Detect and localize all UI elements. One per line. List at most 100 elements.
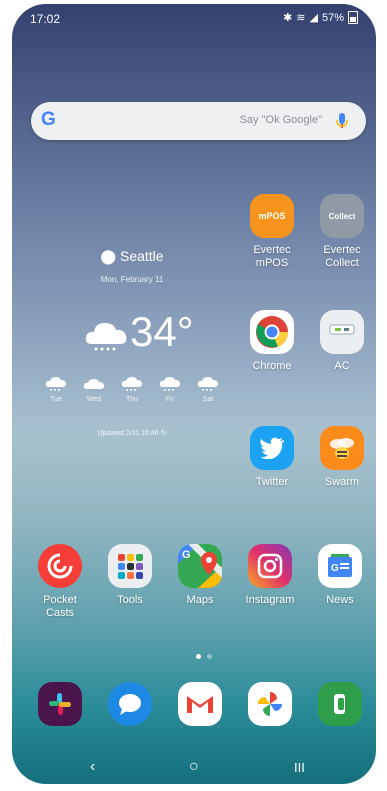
weather-date: Mon, February 11 xyxy=(100,275,164,284)
app-ac[interactable]: AC xyxy=(307,310,376,373)
app-evertec-mpos[interactable]: mPOS Evertec mPOS xyxy=(237,194,307,270)
home-button[interactable]: ○ xyxy=(189,758,199,776)
status-time: 17:02 xyxy=(30,12,61,26)
app-label: Maps xyxy=(186,594,214,606)
maps-icon: G xyxy=(178,544,222,588)
recents-button[interactable]: III xyxy=(294,760,305,775)
app-label: Instagram xyxy=(245,594,295,606)
app-pocket-casts[interactable]: Pocket Casts xyxy=(25,544,95,620)
pocket-casts-icon xyxy=(38,544,82,588)
snow-cloud-icon xyxy=(159,377,180,391)
app-label-line: Casts xyxy=(45,607,75,619)
forecast-day: Sat xyxy=(196,376,220,403)
app-label: Pocket Casts xyxy=(25,594,95,620)
forecast-day-label: Wed xyxy=(86,396,102,403)
app-label: Chrome xyxy=(252,360,292,372)
snow-cloud-icon xyxy=(121,377,142,391)
app-label: News xyxy=(326,594,354,606)
dock-phone[interactable] xyxy=(305,682,375,726)
dock-gmail[interactable] xyxy=(165,682,235,726)
refresh-icon[interactable]: ↻ xyxy=(161,430,167,437)
news-icon: G xyxy=(318,544,362,588)
page-dot xyxy=(207,654,212,659)
swarm-icon xyxy=(320,426,364,470)
app-label: Evertec Collect xyxy=(307,244,376,270)
status-icons: ✱ ≋ ◢ 57% xyxy=(283,11,358,24)
app-news[interactable]: G News xyxy=(305,544,375,607)
collect-badge: Collect xyxy=(328,211,356,221)
app-label-line: Evertec xyxy=(323,244,361,256)
location-pin-icon: ⬤ xyxy=(100,248,117,264)
app-tools[interactable]: Tools xyxy=(95,544,165,607)
app-twitter[interactable]: Twitter xyxy=(237,426,307,489)
forecast-day-label: Thu xyxy=(125,396,139,403)
weather-updated: Updated 2/11 16:46 ↻ xyxy=(32,429,232,437)
forecast-day-label: Sat xyxy=(202,396,214,403)
phone-icon xyxy=(318,682,362,726)
forecast-day-label: Tue xyxy=(50,396,62,403)
forecast-day: Wed xyxy=(82,376,106,403)
chrome-icon xyxy=(250,310,294,354)
dock-photos[interactable] xyxy=(235,682,305,726)
gmail-icon xyxy=(178,682,222,726)
phone-screen: 17:02 ✱ ≋ ◢ 57% G Say "Ok Google" ⬤ Seat… xyxy=(12,4,376,784)
weather-forecast: Tue Wed Thu Fri Sat xyxy=(32,376,232,403)
app-label: AC xyxy=(334,360,350,372)
app-label: Tools xyxy=(117,594,143,606)
dock-slack[interactable] xyxy=(25,682,95,726)
app-label-line: mPOS xyxy=(255,257,289,269)
app-label-line: Collect xyxy=(325,257,359,269)
app-label-line: Evertec xyxy=(253,244,291,256)
weather-location: ⬤ Seattle xyxy=(32,248,232,265)
weather-temperature: 34° xyxy=(130,308,194,355)
weather-city: Seattle xyxy=(119,248,164,264)
weather-current: 34° xyxy=(32,308,232,368)
weather-updated-text: Updated 2/11 16:46 xyxy=(97,430,159,437)
bluetooth-icon: ✱ xyxy=(283,12,293,24)
forecast-day-label: Fri xyxy=(165,396,175,403)
partly-cloudy-icon xyxy=(83,379,104,389)
mic-icon[interactable] xyxy=(332,111,352,131)
app-maps[interactable]: G Maps xyxy=(165,544,235,607)
app-label: Twitter xyxy=(255,476,289,488)
search-placeholder: Say "Ok Google" xyxy=(239,114,322,126)
wifi-icon: ≋ xyxy=(296,12,306,24)
app-swarm[interactable]: Swarm xyxy=(307,426,376,489)
back-button[interactable]: ‹ xyxy=(90,758,95,776)
page-dot-active xyxy=(196,654,201,659)
app-chrome[interactable]: Chrome xyxy=(237,310,307,373)
snow-cloud-icon xyxy=(45,377,66,391)
battery-percent: 57% xyxy=(321,11,344,24)
app-label-line: Pocket xyxy=(43,594,77,606)
signal-icon: ◢ xyxy=(309,12,318,24)
evertec-mpos-icon: mPOS xyxy=(250,194,294,238)
google-logo: G xyxy=(41,109,56,130)
mpos-badge: mPOS xyxy=(258,211,286,221)
page-indicator[interactable] xyxy=(196,654,212,659)
ac-icon xyxy=(320,310,364,354)
messages-icon xyxy=(108,682,152,726)
svg-text:G: G xyxy=(331,563,339,574)
google-search-bar[interactable]: G Say "Ok Google" xyxy=(31,102,366,140)
app-instagram[interactable]: Instagram xyxy=(235,544,305,607)
forecast-day: Tue xyxy=(44,376,68,403)
navigation-bar: ‹ ○ III xyxy=(12,752,376,784)
battery-icon xyxy=(348,11,358,24)
slack-icon xyxy=(38,682,82,726)
instagram-icon xyxy=(248,544,292,588)
dock-messages[interactable] xyxy=(95,682,165,726)
forecast-day: Thu xyxy=(120,376,144,403)
forecast-day: Fri xyxy=(158,376,182,403)
snow-cloud-icon xyxy=(85,323,127,351)
app-label: Evertec mPOS xyxy=(237,244,307,270)
snow-cloud-icon xyxy=(197,377,218,391)
status-bar: 17:02 ✱ ≋ ◢ 57% xyxy=(12,4,376,32)
evertec-collect-icon: Collect xyxy=(320,194,364,238)
tools-folder-icon xyxy=(108,544,152,588)
twitter-icon xyxy=(250,426,294,470)
app-label: Swarm xyxy=(324,476,360,488)
photos-icon xyxy=(248,682,292,726)
app-evertec-collect[interactable]: Collect Evertec Collect xyxy=(307,194,376,270)
weather-widget[interactable]: ⬤ Seattle Mon, February 11 34° Tue Wed T… xyxy=(32,238,232,437)
svg-text:G: G xyxy=(182,549,191,561)
